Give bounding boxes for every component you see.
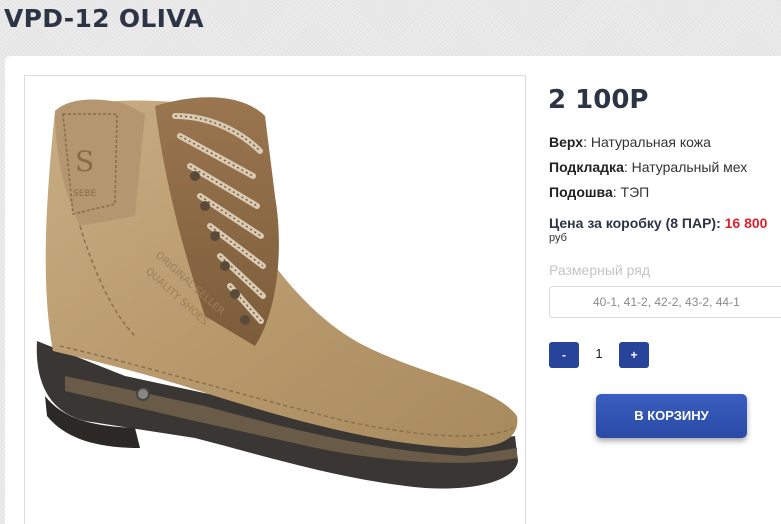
boot-logo-text: SEBE	[73, 189, 97, 199]
quantity-minus-button[interactable]: -	[549, 342, 579, 368]
spec-sole-value: ТЭП	[620, 184, 650, 200]
spec-lining-label: Подкладка	[549, 159, 624, 175]
box-price-unit: руб	[549, 232, 567, 244]
spec-sole: Подошва: ТЭП	[549, 184, 650, 200]
size-range-label: Размерный ряд	[549, 262, 651, 278]
spec-upper-value: Натуральная кожа	[590, 134, 711, 150]
product-price: 2 100Р	[548, 85, 649, 115]
box-price-value: 16 800	[724, 215, 768, 231]
spec-sole-label: Подошва	[549, 184, 613, 200]
quantity-value[interactable]: 1	[588, 346, 610, 361]
box-price: Цена за коробку (8 ПАР): 16 800	[549, 215, 767, 231]
box-price-label: Цена за коробку (8 ПАР):	[549, 215, 721, 231]
size-range-field[interactable]: 40-1, 41-2, 42-2, 43-2, 44-1	[549, 286, 781, 318]
spec-upper: Верх: Натуральная кожа	[549, 134, 711, 150]
boot-image: S SEBE ORIGINAL SELLER QUALITY SHOES	[36, 97, 518, 489]
product-image[interactable]: S SEBE ORIGINAL SELLER QUALITY SHOES	[24, 75, 526, 524]
boot-logo-letter: S	[75, 145, 94, 178]
spec-upper-label: Верх	[549, 134, 584, 150]
quantity-plus-button[interactable]: +	[619, 342, 649, 368]
add-to-cart-button[interactable]: В КОРЗИНУ	[596, 394, 747, 438]
spec-lining-value: Натуральный мех	[631, 159, 748, 175]
spec-lining: Подкладка: Натуральный мех	[549, 159, 748, 175]
page-title: VPD-12 OLIVA	[4, 4, 204, 33]
